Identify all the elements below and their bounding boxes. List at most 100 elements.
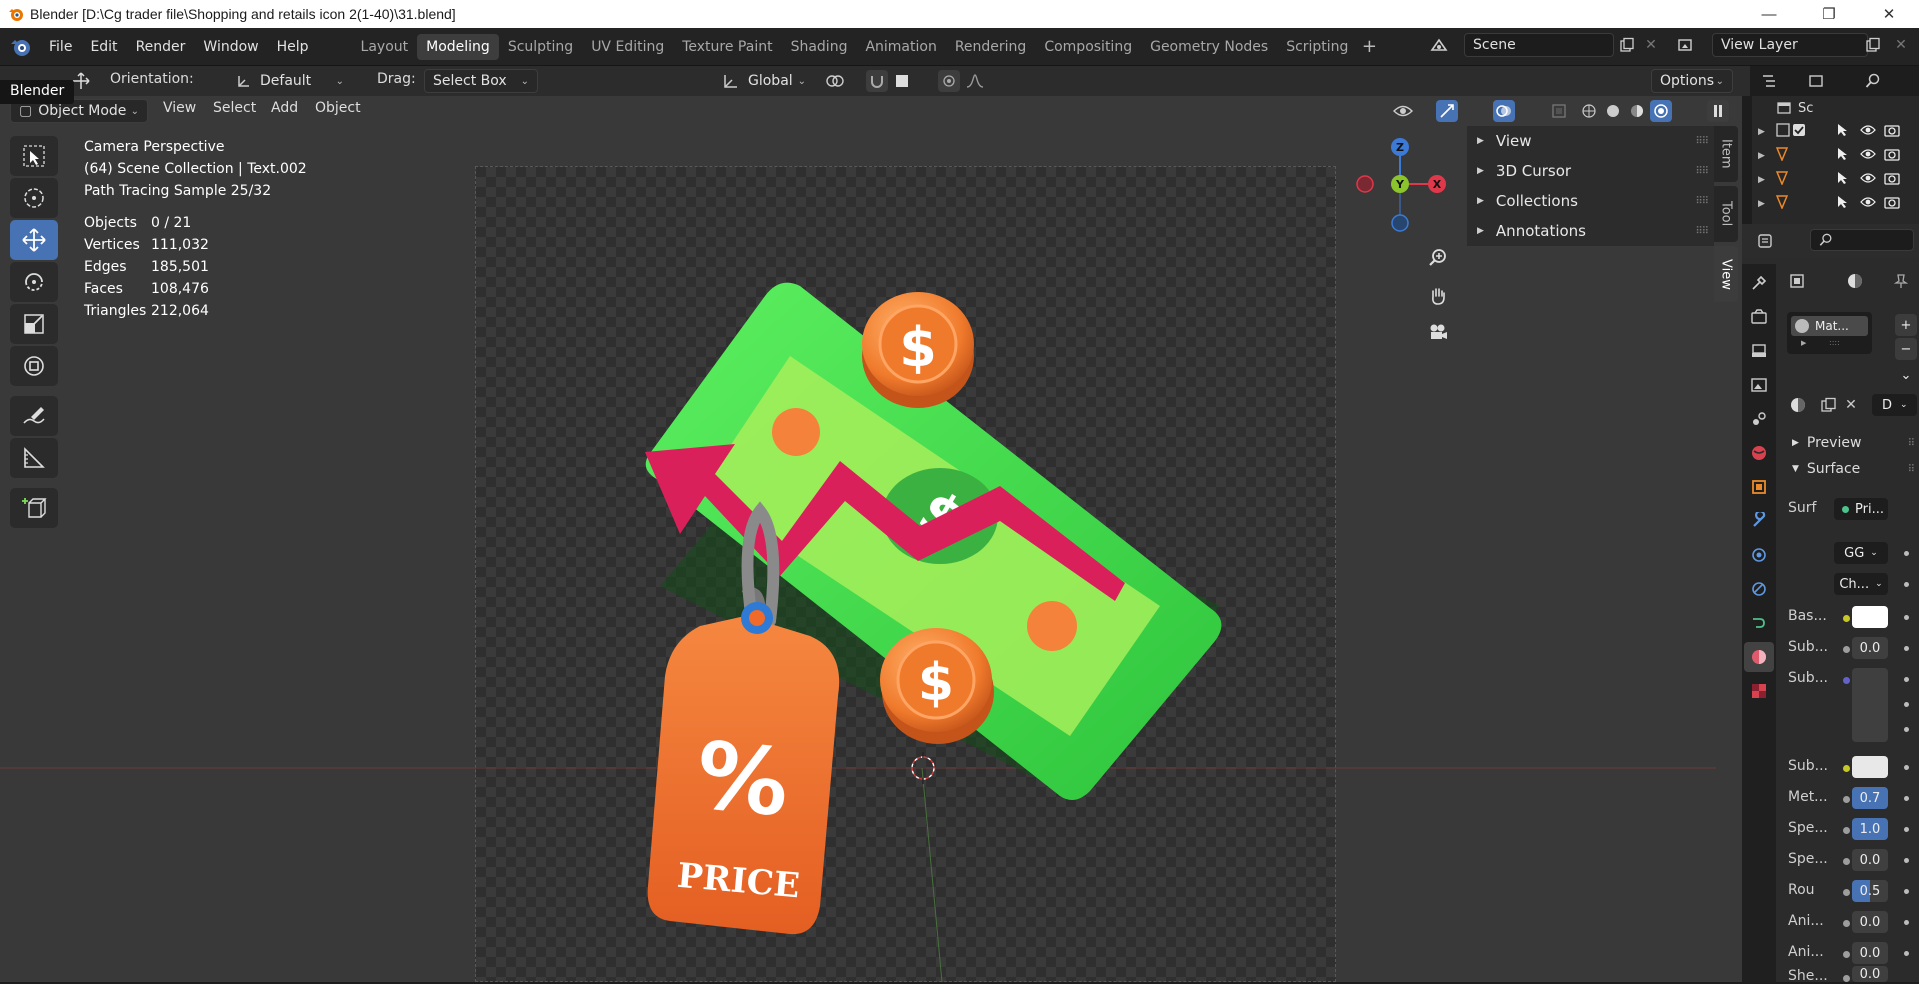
menu-file[interactable]: File [40,34,81,60]
view-layer-icon[interactable] [1676,34,1698,56]
resize-grip-icon[interactable]: :::: [1829,338,1840,347]
viewport-menu-select[interactable]: Select [213,100,256,116]
object-pin-icon[interactable] [1786,270,1808,292]
render-camera-icon[interactable] [1884,171,1900,189]
float-socket-icon[interactable] [1843,827,1850,834]
color-socket-icon[interactable] [1843,615,1850,622]
drag-grip-icon[interactable]: ⠿ [1908,464,1915,475]
gizmo-neg-z-axis[interactable] [1391,214,1409,232]
select-arrow-icon[interactable] [1836,195,1848,213]
cursor-tool[interactable] [10,178,58,218]
gizmo-neg-x-axis[interactable] [1356,175,1374,193]
distribution-dropdown[interactable]: GG ⌄ [1834,542,1888,564]
sidebar-view-panel[interactable]: ▶ View ⠿⠿ [1467,126,1714,156]
material-shading-icon[interactable] [1626,100,1648,122]
outliner-search-icon[interactable] [1862,70,1884,92]
material-properties-tab[interactable] [1744,642,1774,672]
drag-grip-icon[interactable]: ⠿⠿ [1695,166,1709,177]
tab-compositing[interactable]: Compositing [1035,34,1141,60]
outliner-row-object[interactable]: ▶ [1752,168,1919,192]
sheen-field[interactable]: 0.0 [1852,966,1888,982]
sidebar-3d-cursor-panel[interactable]: ▶ 3D Cursor ⠿⠿ [1467,156,1714,186]
drag-grip-icon[interactable]: ⠿ [1908,438,1915,449]
visibility-eye-icon[interactable] [1392,100,1414,122]
select-arrow-icon[interactable] [1836,171,1848,189]
pin-icon[interactable] [1890,270,1912,292]
snap-toggle-icon[interactable] [866,70,888,92]
tab-layout[interactable]: Layout [352,34,418,60]
delete-view-layer-icon[interactable]: ✕ [1890,34,1912,56]
pivot-point-icon[interactable] [824,70,846,92]
pan-hand-icon[interactable] [1424,282,1452,310]
expand-triangle-icon[interactable]: ▶ [1758,199,1765,209]
material-slot-item[interactable]: Mat... [1791,316,1868,336]
metallic-field[interactable]: 0.7 [1852,787,1888,809]
keyframe-dot[interactable] [1904,551,1909,556]
expand-triangle-icon[interactable]: ▶ [1758,175,1765,185]
remove-material-slot-button[interactable]: − [1895,338,1917,360]
keyframe-dot[interactable] [1904,582,1909,587]
anisotropic-field[interactable]: 0.0 [1852,911,1888,933]
float-socket-icon[interactable] [1843,975,1850,982]
view-layer-properties-tab[interactable] [1744,370,1774,400]
menu-edit[interactable]: Edit [81,34,126,60]
scene-name-field[interactable]: Scene [1464,33,1614,57]
specular-tint-field[interactable]: 0.0 [1852,849,1888,871]
particles-properties-tab[interactable] [1744,540,1774,570]
float-socket-icon[interactable] [1843,796,1850,803]
material-link-dropdown[interactable]: D ⌄ [1872,394,1917,416]
sidebar-tab-view[interactable]: View [1714,246,1738,302]
subsurface-color-swatch[interactable] [1852,756,1888,778]
surface-shader-dropdown[interactable]: Pri... [1834,498,1888,520]
add-cube-tool[interactable] [10,488,58,528]
float-socket-icon[interactable] [1843,951,1850,958]
float-socket-icon[interactable] [1843,858,1850,865]
camera-view-icon[interactable] [1424,318,1452,346]
output-properties-tab[interactable] [1744,336,1774,366]
expand-triangle-icon[interactable]: ▶ [1758,127,1765,137]
duplicate-material-icon[interactable] [1818,394,1840,416]
scene-selector-icon[interactable] [1428,34,1450,56]
subsurface-field[interactable]: 0.0 [1852,637,1888,659]
sidebar-collections-panel[interactable]: ▶ Collections ⠿⠿ [1467,186,1714,216]
color-socket-icon[interactable] [1843,765,1850,772]
transform-tool[interactable] [10,346,58,386]
tab-uv-editing[interactable]: UV Editing [582,34,673,60]
subsurface-radius-field[interactable] [1852,668,1888,742]
subsurface-method-dropdown[interactable]: Ch... ⌄ [1834,573,1888,595]
checkbox-icon[interactable] [1792,123,1806,141]
keyframe-dot[interactable] [1904,889,1909,894]
display-mode-icon[interactable] [1806,70,1828,92]
outliner-editor-type-icon[interactable] [1760,70,1782,92]
annotate-tool[interactable] [10,396,58,436]
blender-menu-icon[interactable] [8,34,34,60]
render-camera-icon[interactable] [1884,123,1900,141]
drag-grip-icon[interactable]: ⠿⠿ [1695,196,1709,207]
select-arrow-icon[interactable] [1836,123,1848,141]
preview-panel-header[interactable]: ▶ Preview ⠿ [1782,430,1919,456]
physics-properties-tab[interactable] [1744,574,1774,604]
world-properties-tab[interactable] [1744,438,1774,468]
move-tool[interactable] [10,220,58,260]
viewport-menu-add[interactable]: Add [271,100,298,116]
eye-icon[interactable] [1860,124,1876,140]
measure-tool[interactable] [10,438,58,478]
tab-shading[interactable]: Shading [782,34,857,60]
keyframe-dot[interactable] [1904,615,1909,620]
outliner-row-object[interactable]: ▶ [1752,192,1919,216]
wireframe-shading-icon[interactable] [1578,100,1600,122]
transform-orientation-dropdown[interactable]: Global ⌄ [714,69,814,93]
browse-material-icon[interactable] [1787,394,1809,416]
tab-texture-paint[interactable]: Texture Paint [673,34,781,60]
sidebar-tab-tool[interactable]: Tool [1714,186,1738,242]
viewport-menu-object[interactable]: Object [315,100,361,116]
xray-toggle-icon[interactable] [1548,100,1570,122]
snap-target-icon[interactable] [891,70,913,92]
keyframe-dot[interactable] [1904,920,1909,925]
tab-animation[interactable]: Animation [856,34,945,60]
render-camera-icon[interactable] [1884,147,1900,165]
3d-viewport[interactable]: $ $ $ % PRICE [0,96,1742,982]
gizmo-toggle-icon[interactable] [1436,100,1458,122]
tab-sculpting[interactable]: Sculpting [499,34,582,60]
specular-field[interactable]: 1.0 [1852,818,1888,840]
